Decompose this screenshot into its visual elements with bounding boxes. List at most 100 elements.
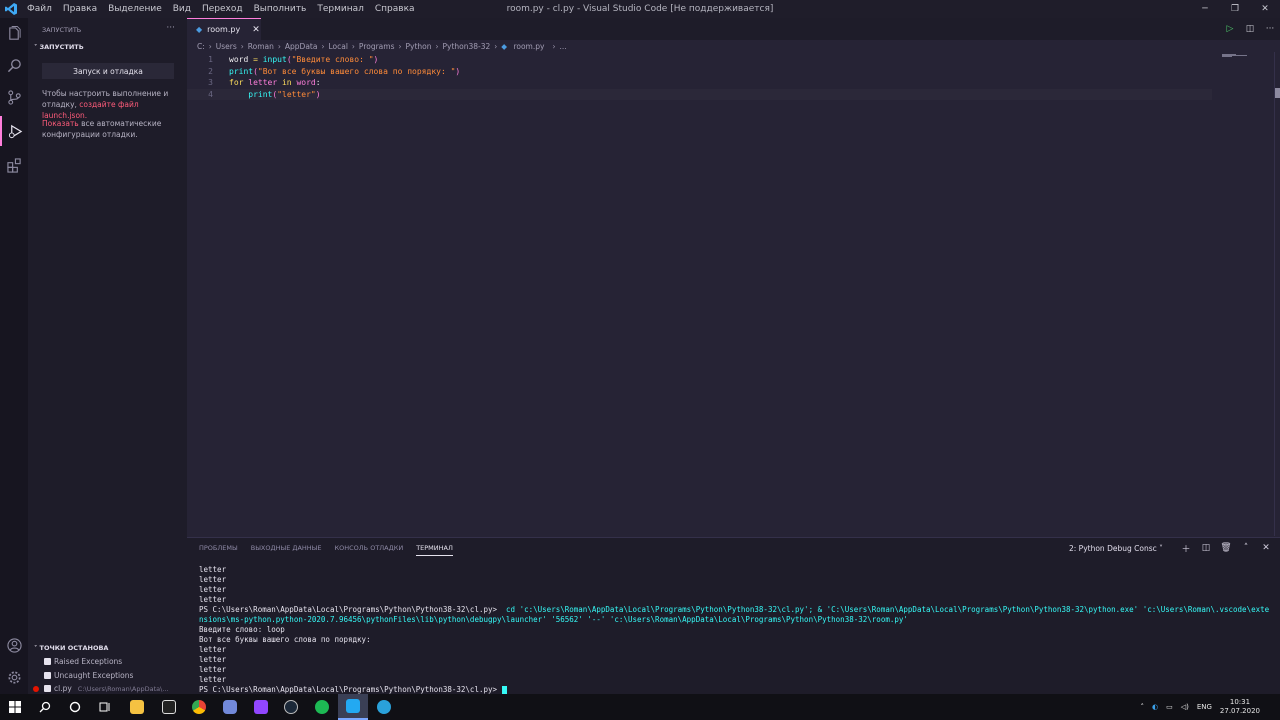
close-tab-icon[interactable]: ✕ [252, 25, 260, 35]
crumb-file[interactable]: ◆ room.py [501, 42, 548, 51]
settings-gear-icon[interactable] [0, 662, 28, 692]
split-editor-icon[interactable]: ◫ [1240, 18, 1260, 40]
editor-scrollbar[interactable] [1274, 52, 1280, 536]
cortana-icon[interactable] [60, 694, 90, 720]
code-line-current[interactable]: 4 print("letter") [187, 88, 1212, 100]
maximize-panel-icon[interactable]: ˄ [1236, 541, 1256, 555]
crumb[interactable]: AppData [285, 42, 318, 51]
crumb[interactable]: Python38-32 [442, 42, 490, 51]
breakpoint-raised[interactable]: Raised Exceptions [44, 657, 122, 666]
bottom-panel: ПРОБЛЕМЫ ВЫХОДНЫЕ ДАННЫЕ КОНСОЛЬ ОТЛАДКИ… [187, 537, 1280, 694]
crumb[interactable]: Roman [248, 42, 274, 51]
clock-date: 27.07.2020 [1219, 707, 1260, 715]
lang-indicator[interactable]: ENG [1197, 703, 1212, 711]
search-icon[interactable] [0, 50, 28, 80]
tab-output[interactable]: ВЫХОДНЫЕ ДАННЫЕ [251, 544, 322, 556]
telegram-icon[interactable] [369, 694, 399, 720]
close-window-icon[interactable]: ✕ [1250, 0, 1280, 18]
trash-icon[interactable]: 🗑 [1216, 541, 1236, 555]
checkbox[interactable] [44, 685, 51, 692]
vscode-taskbar-icon[interactable] [338, 694, 368, 720]
menu-edit[interactable]: Правка [63, 4, 97, 14]
terminal-output[interactable]: letter letter letter letter PS C:\Users\… [199, 565, 1274, 695]
chrome-icon[interactable] [184, 694, 214, 720]
tok: ) [455, 66, 461, 76]
split-terminal-icon[interactable]: ◫ [1196, 541, 1216, 555]
panel-actions: ＋ ◫ 🗑 ˄ ✕ [1176, 541, 1276, 555]
run-and-debug-button[interactable]: Запуск и отладка [42, 63, 174, 79]
tab-debug-console[interactable]: КОНСОЛЬ ОТЛАДКИ [335, 544, 404, 556]
menu-bar: Файл Правка Выделение Вид Переход Выполн… [27, 4, 426, 14]
terminal-select[interactable]: 2: Python Debug Consc ˅ [1069, 544, 1163, 553]
code-line[interactable]: 1 word = input("Введите слово: ") [187, 54, 1212, 66]
menu-view[interactable]: Вид [173, 4, 191, 14]
task-view-icon[interactable] [90, 694, 120, 720]
windows-taskbar: ˄ ◐ ▭ ◁) ENG 10:31 27.07.2020 [0, 694, 1280, 720]
line-number: 4 [208, 89, 213, 99]
more-actions-icon[interactable]: ··· [166, 23, 175, 33]
spotify-icon[interactable] [307, 694, 337, 720]
crumb[interactable]: Users [216, 42, 237, 51]
close-panel-icon[interactable]: ✕ [1256, 541, 1276, 555]
code-line[interactable]: 3 for letter in word: [187, 77, 1212, 89]
file-explorer-icon[interactable] [122, 694, 152, 720]
extensions-icon[interactable] [0, 150, 28, 180]
breadcrumb: C: › Users › Roman › AppData › Local › Progra… [197, 42, 571, 51]
code-editor[interactable]: 1 word = input("Введите слово: ") 2 prin… [187, 52, 1280, 536]
crumb-sep: › [240, 42, 244, 51]
code-text: for letter in word: [229, 78, 321, 87]
chevron-up-icon[interactable]: ˄ [1140, 703, 1144, 711]
clock[interactable]: 10:31 27.07.2020 [1220, 698, 1260, 716]
run-section-label: ЗАПУСТИТЬ [39, 43, 84, 51]
search-icon[interactable] [30, 694, 60, 720]
tray-app-icon[interactable]: ◐ [1152, 703, 1158, 711]
crumb[interactable]: C: [197, 42, 205, 51]
breakpoint-file[interactable]: cl.py C:\Users\Roman\AppData\... 21 [33, 684, 196, 693]
breakpoints-section-header[interactable]: ˅ ТОЧКИ ОСТАНОВА [34, 644, 108, 652]
line-number: 1 [208, 55, 213, 65]
checkbox[interactable] [44, 658, 51, 665]
crumb[interactable]: Programs [359, 42, 395, 51]
crumb-sep: › [494, 42, 498, 51]
menu-selection[interactable]: Выделение [108, 4, 162, 14]
steam-icon[interactable] [276, 694, 306, 720]
account-icon[interactable] [0, 630, 28, 660]
twitch-icon[interactable] [246, 694, 276, 720]
scroll-marker [1275, 88, 1280, 98]
show-configs-link[interactable]: Показать [42, 119, 79, 128]
windows-start-icon[interactable] [0, 694, 30, 720]
minimap[interactable] [1222, 54, 1247, 57]
tok: "letter" [277, 89, 316, 99]
network-icon[interactable]: ▭ [1166, 703, 1173, 711]
new-terminal-icon[interactable]: ＋ [1176, 541, 1196, 555]
breakpoint-uncaught[interactable]: Uncaught Exceptions [44, 671, 133, 680]
code-text: print("Вот все буквы вашего слова по пор… [229, 67, 460, 76]
restore-icon[interactable]: ❐ [1220, 0, 1250, 18]
run-debug-icon[interactable] [0, 116, 28, 146]
crumb[interactable]: Local [328, 42, 347, 51]
explorer-icon[interactable] [0, 18, 28, 48]
checkbox[interactable] [44, 672, 51, 679]
crumb[interactable]: Python [405, 42, 431, 51]
source-control-icon[interactable] [0, 82, 28, 112]
title-bar: Файл Правка Выделение Вид Переход Выполн… [0, 0, 1280, 18]
tab-problems[interactable]: ПРОБЛЕМЫ [199, 544, 238, 556]
volume-icon[interactable]: ◁) [1181, 703, 1189, 711]
run-file-icon[interactable]: ▷ [1220, 18, 1240, 40]
run-section-header[interactable]: ˅ ЗАПУСТИТЬ [34, 43, 84, 51]
discord-icon[interactable] [215, 694, 245, 720]
menu-run[interactable]: Выполнить [254, 4, 307, 14]
app-icon[interactable] [154, 694, 184, 720]
line-number: 3 [208, 78, 213, 88]
menu-terminal[interactable]: Терминал [317, 4, 364, 14]
menu-go[interactable]: Переход [202, 4, 243, 14]
menu-help[interactable]: Справка [375, 4, 415, 14]
tab-room-py[interactable]: ◆ room.py ✕ [187, 18, 261, 40]
tab-terminal[interactable]: ТЕРМИНАЛ [416, 544, 453, 556]
code-line[interactable]: 2 print("Вот все буквы вашего слова по п… [187, 66, 1212, 78]
more-icon[interactable]: ··· [1260, 18, 1280, 40]
menu-file[interactable]: Файл [27, 4, 52, 14]
activity-bar [0, 18, 28, 694]
crumb[interactable]: ... [559, 42, 566, 51]
minimize-icon[interactable]: ─ [1190, 0, 1220, 18]
